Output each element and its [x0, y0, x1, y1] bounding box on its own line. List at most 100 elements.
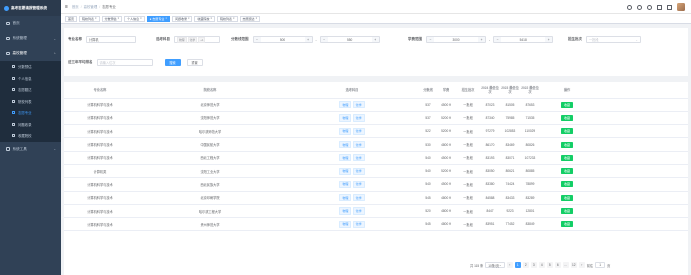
minus-icon[interactable]: −: [320, 37, 328, 42]
sidebar-item-school[interactable]: 高校管理 ⌃: [0, 46, 61, 61]
favorite-button[interactable]: 收藏: [560, 141, 573, 148]
score-min-stepper[interactable]: − 500 +: [252, 36, 313, 43]
page-button[interactable]: 2: [522, 262, 529, 268]
favorite-button[interactable]: 收藏: [560, 221, 573, 228]
breadcrumb-home[interactable]: 首页: [72, 4, 79, 9]
favorite-button[interactable]: 收藏: [560, 101, 573, 108]
subject-select[interactable]: 物理 化学 +1: [174, 36, 220, 43]
score-max-stepper[interactable]: − 550 +: [319, 36, 380, 43]
tag-volunteer[interactable]: 志愿题达 ×: [239, 15, 261, 22]
next-page-button[interactable]: ›: [578, 262, 585, 268]
close-icon[interactable]: ×: [165, 17, 167, 20]
favorite-button[interactable]: 收藏: [560, 154, 573, 161]
page-button[interactable]: 4: [538, 262, 545, 268]
fee-max-stepper[interactable]: − 5418 +: [493, 36, 554, 43]
rank-input[interactable]: 请输入位次: [96, 59, 153, 66]
favorite-button[interactable]: 收藏: [560, 208, 573, 215]
close-icon[interactable]: ×: [118, 17, 120, 20]
subject-chip[interactable]: 物理: [177, 36, 187, 43]
tags-view: 首页 院校列表 × 分数预估 × 个人信息 × ● 志愿专业 × 问题收录 × 收藏院校 × …: [61, 14, 691, 24]
cell-fee: 4800 ¥: [436, 191, 456, 205]
page-button[interactable]: 5: [546, 262, 553, 268]
cell-score: 520: [420, 204, 436, 219]
cell-rank-2022: 80885: [520, 164, 540, 179]
tag-majors[interactable]: ● 志愿专业 ×: [146, 15, 170, 22]
page-button[interactable]: 6: [554, 262, 561, 268]
font-size-icon[interactable]: [667, 4, 672, 10]
cell-batch: 一批段: [456, 98, 480, 112]
tag-home[interactable]: 首页: [65, 15, 78, 22]
col-major: 专业名称: [64, 82, 136, 99]
cell-fee: 5200 ¥: [436, 111, 456, 126]
tag-score[interactable]: 分数预估 ×: [101, 15, 123, 22]
fee-min-stepper[interactable]: − 3000 +: [426, 36, 486, 43]
plus-icon[interactable]: +: [545, 37, 553, 42]
table-row: 计算机类 沈阳工业大学 物理 化学 540 5200 ¥ 一批段 83050 80621 8088…: [64, 164, 688, 179]
cell-rank-2022: 83289: [520, 191, 540, 205]
favorite-button[interactable]: 收藏: [560, 168, 573, 175]
sidebar-item-tools[interactable]: 系统工具 ⌄: [0, 142, 61, 157]
sidebar-item-home[interactable]: 首页: [0, 16, 61, 31]
favorite-button[interactable]: 收藏: [560, 128, 573, 135]
page-size-select[interactable]: 10条/页 ⌄: [485, 262, 505, 268]
search-button[interactable]: 搜索: [164, 59, 181, 66]
sidebar-subitem-volunteer[interactable]: 志愿题达: [0, 84, 61, 96]
cell-rank-2024: 83193: [480, 151, 500, 165]
page-button[interactable]: 1: [514, 262, 521, 268]
cell-rank-2023: 9223: [500, 204, 520, 219]
page-ellipsis[interactable]: ...: [562, 262, 569, 268]
favorite-button[interactable]: 收藏: [560, 181, 573, 188]
sidebar-subitem-schools[interactable]: 院校列表: [0, 96, 61, 108]
dashboard-icon: [6, 21, 10, 26]
plus-icon[interactable]: +: [478, 37, 485, 42]
question-icon[interactable]: [647, 4, 652, 10]
prev-page-button[interactable]: ‹: [506, 262, 513, 268]
tag-schools[interactable]: 院校列表 ×: [79, 15, 100, 22]
close-icon[interactable]: ×: [188, 17, 190, 20]
fullscreen-icon[interactable]: [657, 4, 662, 10]
cell-score: 537: [420, 98, 436, 112]
subject-tag: 化学: [352, 101, 365, 109]
submenu: 分数预估 个人信息 志愿题达 院校列表 志愿专业 问题收录 收藏院校: [0, 61, 61, 142]
subject-chip[interactable]: 化学: [187, 36, 198, 43]
cell-major: 计算机科学与技术: [64, 204, 136, 219]
page-button[interactable]: 12: [570, 262, 577, 268]
minus-icon[interactable]: −: [427, 37, 434, 42]
chevron-down-icon: ⌄: [635, 37, 638, 42]
page-button[interactable]: 3: [530, 262, 537, 268]
tag-profile[interactable]: 个人信息 ×: [124, 15, 145, 22]
sidebar-subitem-questions[interactable]: 问题收录: [0, 119, 61, 131]
avatar[interactable]: [677, 3, 685, 11]
batch-select[interactable]: 一批段 ⌄: [586, 36, 641, 43]
minus-icon[interactable]: −: [253, 37, 261, 42]
range-separator: -: [315, 37, 317, 42]
breadcrumb-section[interactable]: 高校管理: [84, 4, 98, 9]
minus-icon[interactable]: −: [494, 37, 502, 42]
cell-school: 贵州师范大学: [136, 217, 284, 232]
tag-questions[interactable]: 问题收录 ×: [171, 15, 193, 22]
favorite-button[interactable]: 收藏: [560, 114, 573, 121]
plus-icon[interactable]: +: [371, 37, 379, 42]
github-icon[interactable]: [637, 4, 642, 10]
hamburger-icon[interactable]: ≡: [65, 4, 68, 10]
search-icon[interactable]: [627, 4, 632, 10]
cell-fee: 4800 ¥: [436, 137, 456, 152]
reset-button[interactable]: 重置: [186, 59, 203, 66]
close-icon[interactable]: ×: [140, 17, 142, 20]
favorite-button[interactable]: 收藏: [560, 194, 573, 201]
sidebar-subitem-profile[interactable]: 个人信息: [0, 73, 61, 85]
close-icon[interactable]: ×: [233, 17, 235, 20]
close-icon[interactable]: ×: [256, 17, 258, 20]
sidebar-item-system[interactable]: 系统管理 ⌄: [0, 31, 61, 46]
close-icon[interactable]: ×: [95, 17, 97, 20]
sidebar-subitem-score[interactable]: 分数预估: [0, 61, 61, 73]
close-icon[interactable]: ×: [211, 17, 213, 20]
subject-tag: 化学: [352, 140, 365, 149]
major-input[interactable]: 计算机: [86, 36, 136, 43]
tag-favorites[interactable]: 收藏院校 ×: [194, 15, 216, 22]
tag-schools-2[interactable]: 院校列表 ×: [217, 15, 238, 22]
plus-icon[interactable]: +: [304, 37, 312, 42]
sidebar-subitem-majors[interactable]: 志愿专业: [0, 107, 61, 119]
sidebar-subitem-favorites[interactable]: 收藏院校: [0, 130, 61, 142]
goto-page-input[interactable]: 1: [595, 262, 606, 268]
